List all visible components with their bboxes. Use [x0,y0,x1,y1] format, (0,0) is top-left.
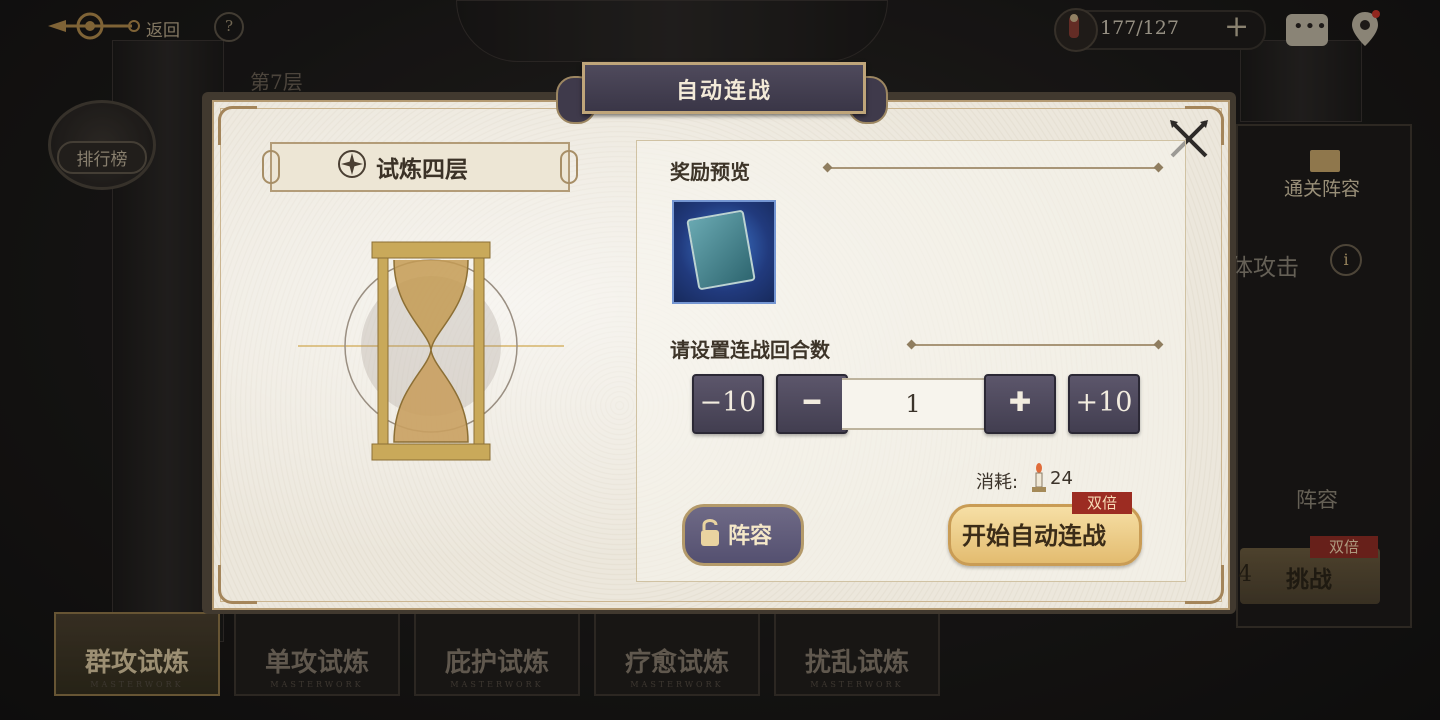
lock-icon [701,519,719,546]
tarot-card-icon [686,209,756,291]
stage-title: 试炼四层 [376,156,468,183]
plus-button[interactable]: ✚ [984,374,1056,434]
modal-title-banner: 自动连战 [582,62,866,114]
modal-title: 自动连战 [675,78,772,104]
divider [828,167,1158,169]
cost-value: 24 [1050,468,1073,489]
emblem-icon [338,150,366,178]
double-badge: 双倍 [1072,492,1132,514]
start-label: 开始自动连战 [962,521,1106,550]
corner-ornament [1185,565,1224,604]
corner-ornament [218,565,257,604]
plus-10-button[interactable]: +10 [1068,374,1140,434]
minus-10-button[interactable]: −10 [692,374,764,434]
candle-icon [1032,463,1046,492]
divider [912,344,1158,346]
hourglass-icon [298,241,564,461]
rounds-label: 请设置连战回合数 [670,338,830,362]
minus-button[interactable]: ━ [776,374,848,434]
corner-ornament [218,106,257,145]
reward-preview-label: 奖励预览 [670,160,750,184]
lineup-label: 阵容 [728,523,773,549]
rounds-count-field[interactable]: 1 [842,378,984,430]
cost-label: 消耗: [976,472,1019,493]
